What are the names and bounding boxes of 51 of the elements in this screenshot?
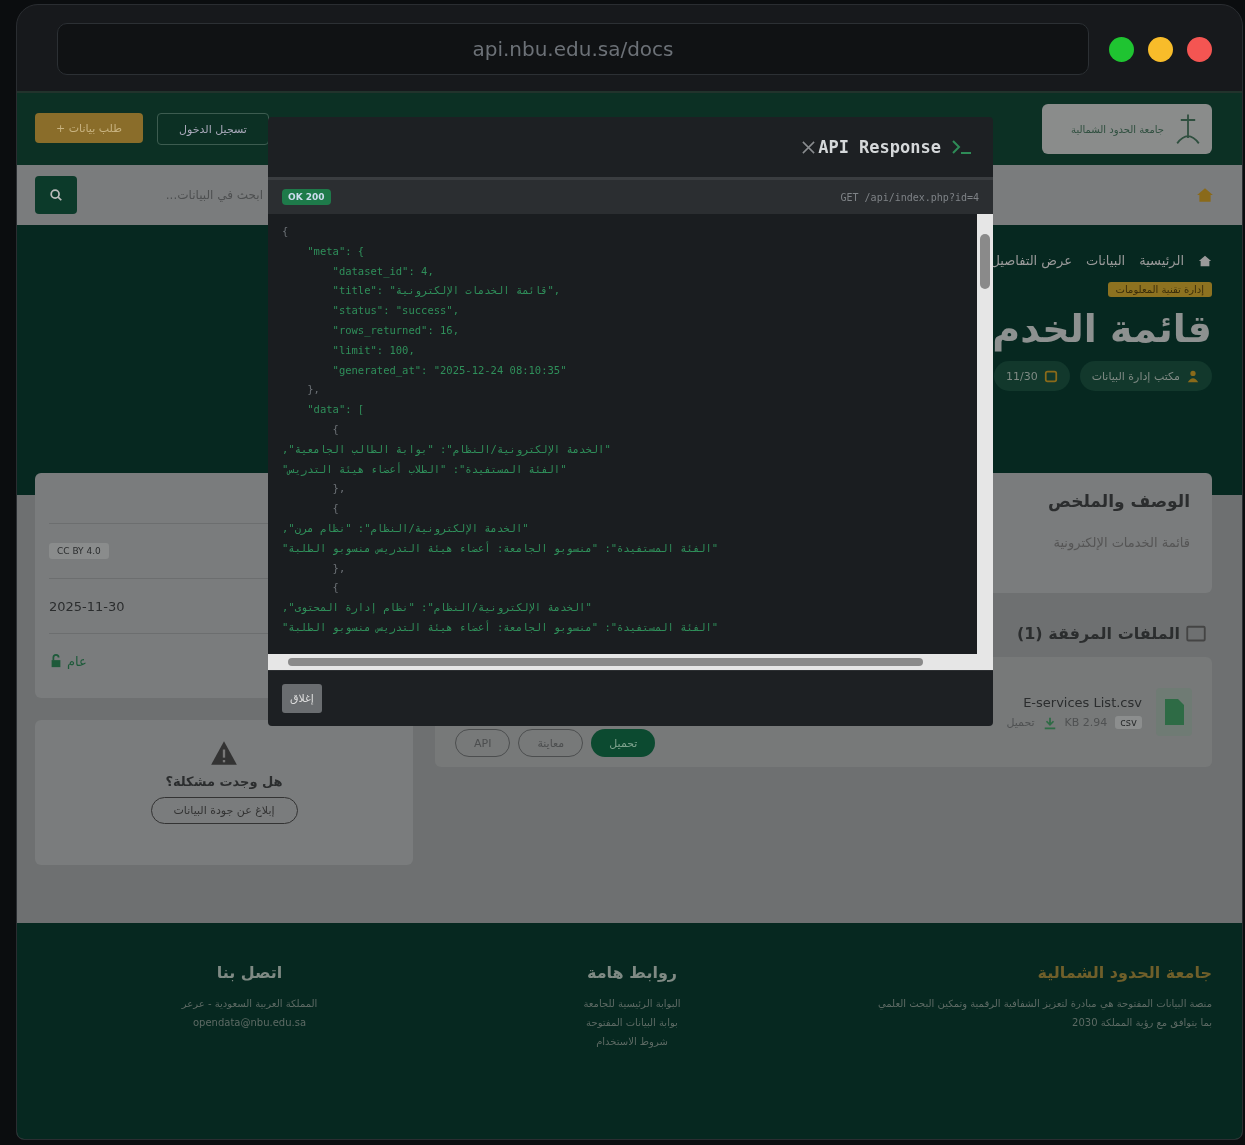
file-action-button[interactable]: تحميل xyxy=(591,729,656,757)
unlock-icon xyxy=(49,654,63,668)
maximize-icon[interactable] xyxy=(1109,36,1134,62)
footer-text: opendata@nbu.edu.sa xyxy=(193,1017,307,1028)
folder-icon xyxy=(1186,623,1206,643)
university-logo[interactable]: جامعة الحدود الشمالية xyxy=(1042,104,1212,154)
address-bar[interactable]: api.nbu.edu.sa/docs xyxy=(57,23,1089,75)
terminal-icon xyxy=(951,139,973,155)
file-icon xyxy=(1156,688,1192,736)
footer-heading: روابط هامة xyxy=(586,963,678,982)
footer-heading: اتصل بنا xyxy=(216,963,283,982)
format-badge: csv xyxy=(1115,716,1142,729)
user-icon xyxy=(1186,369,1200,383)
section-title: الملفات المرفقة (1) xyxy=(1016,623,1180,643)
date-value: 2025-11-30 xyxy=(49,598,125,614)
footer-heading: جامعة الحدود الشمالية xyxy=(1036,963,1212,982)
info-chip: 11/30 xyxy=(993,361,1070,391)
footer-text: المملكة العربية السعودية - عرعر xyxy=(181,998,318,1009)
request-url: GET /api/index.php?id=4 xyxy=(840,191,979,203)
breadcrumb-link[interactable]: البيانات xyxy=(1086,253,1126,268)
footer-text: بما يتوافق مع رؤية المملكة 2030 xyxy=(1071,1017,1212,1028)
footer-text: منصة البيانات المفتوحة هي مبادرة لتعزيز الشفافية الرقمية وتمكين البحث العلمي xyxy=(876,998,1212,1009)
file-name[interactable]: E-services List.csv xyxy=(1006,694,1142,710)
close-icon[interactable] xyxy=(1187,36,1212,62)
close-dialog-button[interactable]: إغلاق xyxy=(282,684,322,713)
logo-text: جامعة الحدود الشمالية xyxy=(1071,123,1164,135)
search-button[interactable] xyxy=(35,176,77,214)
section-title: الوصف والملخص xyxy=(1046,491,1190,511)
status-badge: OK 200 xyxy=(282,189,331,205)
breadcrumb-link[interactable]: عرض التفاصيل xyxy=(990,253,1072,268)
calendar-icon xyxy=(1043,369,1058,383)
info-chip: مكتب إدارة البيانات xyxy=(1079,361,1212,391)
vertical-scrollbar[interactable] xyxy=(977,214,993,654)
report-title: هل وجدت مشكلة؟ xyxy=(165,774,283,789)
close-icon[interactable] xyxy=(801,139,817,155)
warning-icon xyxy=(210,740,238,766)
footer-link[interactable]: البوابة الرئيسية للجامعة xyxy=(583,998,681,1009)
dataset-title: قائمة الخدم xyxy=(992,307,1212,351)
footer-link[interactable]: شروط الاستخدام xyxy=(596,1036,668,1047)
footer-link[interactable]: بوابة البيانات المفتوحة xyxy=(586,1017,678,1028)
minimize-icon[interactable] xyxy=(1148,36,1173,62)
request-data-button[interactable]: طلب بيانات + xyxy=(35,113,143,143)
breadcrumb-link[interactable]: الرئيسية xyxy=(1139,253,1184,268)
download-icon xyxy=(1042,715,1057,730)
dialog-title: API Response xyxy=(818,137,941,157)
search-icon xyxy=(49,188,63,202)
horizontal-scrollbar[interactable] xyxy=(268,654,993,670)
home-icon xyxy=(1198,253,1212,268)
department-badge: إدارة تقنية المعلومات xyxy=(1107,282,1212,297)
license-badge: CC BY 4.0 xyxy=(49,543,109,559)
access-label: عام xyxy=(67,653,87,669)
